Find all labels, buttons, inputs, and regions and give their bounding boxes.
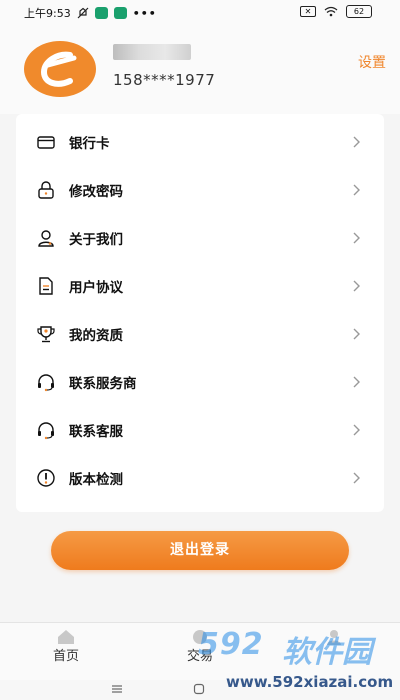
menu-item-change-password[interactable]: 修改密码 (16, 166, 384, 214)
menu-item-label: 我的资质 (69, 328, 123, 344)
battery-icon: 62 (346, 5, 372, 18)
headset-icon (38, 374, 54, 392)
menu-icon[interactable] (111, 684, 123, 694)
menu-item-contact-support[interactable]: 联系客服 (16, 406, 384, 454)
watermark-url: www.592xiazai.com (226, 673, 394, 691)
chevron-right-icon (353, 376, 360, 388)
document-icon (39, 277, 53, 295)
chevron-right-icon (353, 424, 360, 436)
watermark-brand: 软件园 (282, 635, 372, 670)
menu-item-label: 修改密码 (69, 184, 123, 200)
menu-item-user-agreement[interactable]: 用户协议 (16, 262, 384, 310)
settings-menu: 银行卡 修改密码 关于我们 用户协议 我的资质 联系服务商 联系客服 版本检测 (16, 114, 384, 512)
logout-button[interactable]: 退出登录 (51, 531, 349, 570)
menu-item-label: 版本检测 (69, 472, 123, 488)
menu-item-bank-card[interactable]: 银行卡 (16, 118, 384, 166)
user-icon (38, 230, 54, 247)
menu-item-label: 银行卡 (69, 136, 110, 152)
tab-label: 首页 (52, 649, 79, 664)
alert-icon (37, 469, 55, 487)
settings-button[interactable]: 设置 (358, 52, 386, 72)
menu-item-version-check[interactable]: 版本检测 (16, 454, 384, 502)
username-redacted (113, 44, 191, 60)
profile-header: 158****1977 设置 (0, 26, 400, 114)
watermark-number: 592 (198, 627, 264, 662)
lock-icon (38, 181, 54, 199)
more-notifications-icon: ••• (132, 6, 157, 20)
status-bar-right: ✕ 62 (300, 5, 372, 18)
mute-icon (77, 7, 89, 19)
avatar[interactable] (24, 41, 96, 97)
home-icon (58, 630, 74, 644)
notification-shield-icon (113, 7, 127, 19)
menu-item-label: 用户协议 (69, 280, 123, 296)
chevron-right-icon (353, 136, 360, 148)
phone-number: 158****1977 (113, 71, 216, 89)
chevron-right-icon (353, 184, 360, 196)
menu-item-label: 联系客服 (69, 424, 123, 440)
menu-item-about-us[interactable]: 关于我们 (16, 214, 384, 262)
menu-item-contact-provider[interactable]: 联系服务商 (16, 358, 384, 406)
status-bar-left: 上午9:53 ••• (24, 5, 157, 21)
sim-card-icon: ✕ (300, 6, 316, 17)
notification-app-icon (94, 7, 108, 19)
chevron-right-icon (353, 232, 360, 244)
tab-home[interactable]: 首页 (6, 623, 126, 681)
trophy-icon (37, 326, 55, 343)
wifi-icon (324, 6, 338, 17)
chevron-right-icon (353, 280, 360, 292)
bank-card-icon (37, 136, 55, 149)
chevron-right-icon (353, 472, 360, 484)
watermark: 592 软件园 www.592xiazai.com (196, 627, 400, 700)
status-bar: 上午9:53 ••• ✕ 62 (0, 0, 400, 26)
menu-item-label: 关于我们 (69, 232, 123, 248)
menu-item-my-qualifications[interactable]: 我的资质 (16, 310, 384, 358)
menu-item-label: 联系服务商 (69, 376, 137, 392)
headset-icon (38, 422, 54, 440)
status-time: 上午9:53 (24, 7, 71, 20)
chevron-right-icon (353, 328, 360, 340)
